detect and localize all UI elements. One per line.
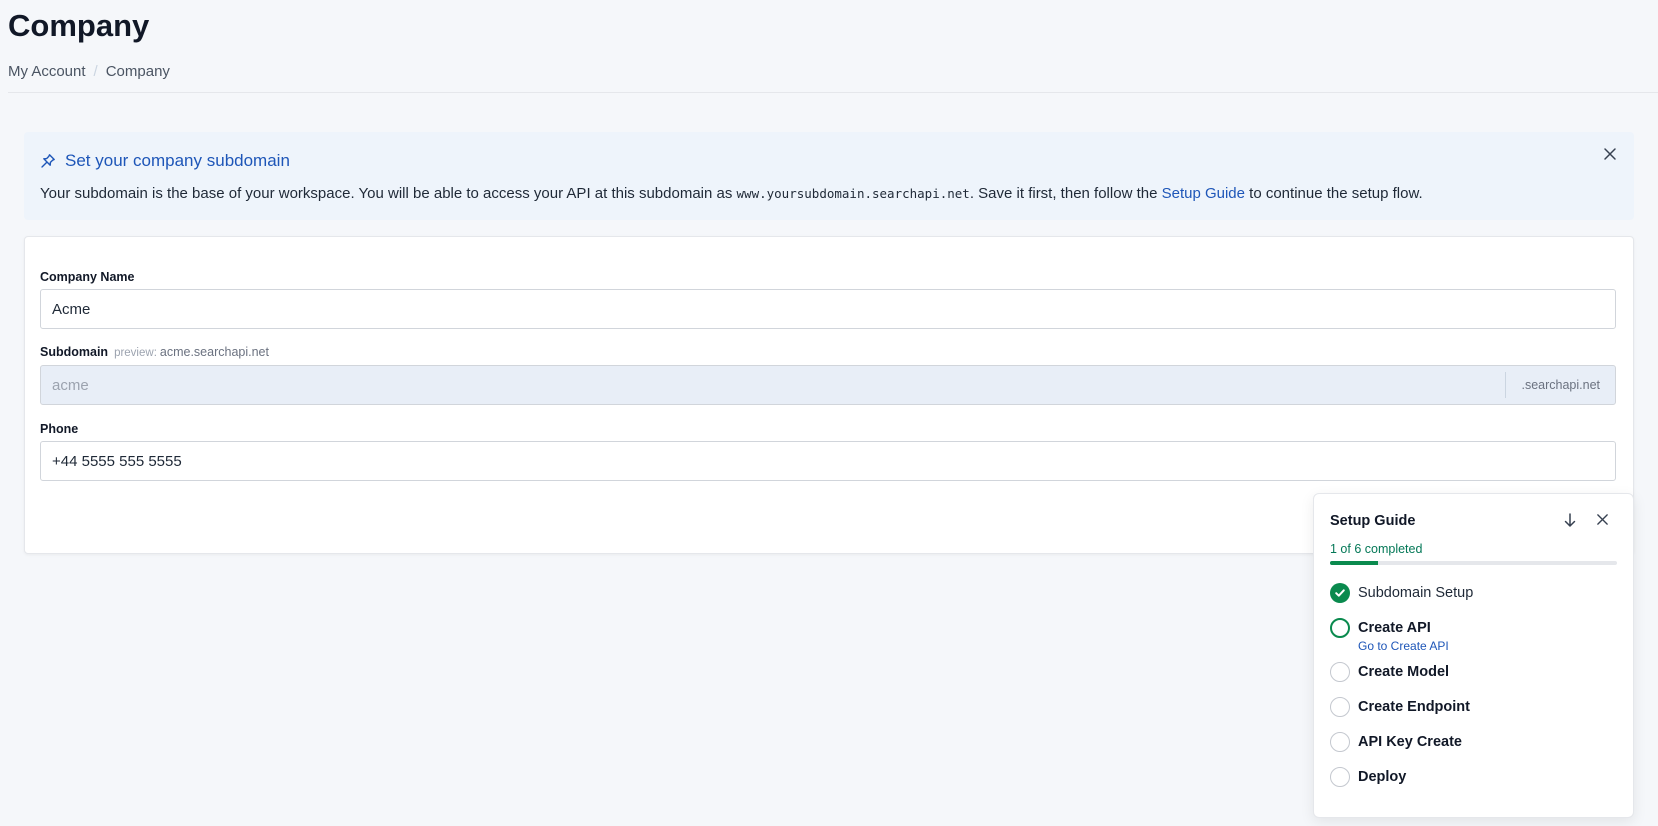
guide-step-api-key-create[interactable]: API Key Create [1330,732,1462,752]
guide-step-label: Subdomain Setup [1358,585,1474,601]
banner-title: Set your company subdomain [65,151,290,170]
phone-label: Phone [40,422,79,436]
company-name-label: Company Name [40,270,135,284]
arrow-down-icon [1563,512,1577,533]
guide-step-label: Deploy [1358,769,1407,785]
guide-progress-bar [1330,561,1617,565]
circle-icon [1330,618,1350,638]
subdomain-preview-value: acme.searchapi.net [159,345,269,359]
breadcrumb-my-account[interactable]: My Account [8,63,86,80]
banner-close-button[interactable] [1600,146,1620,166]
close-icon [1596,513,1609,531]
guide-step-subdomain-setup[interactable]: Subdomain Setup [1330,583,1473,603]
banner-text-after: to continue the setup flow. [1245,185,1423,202]
guide-progress-fill [1330,561,1378,565]
circle-icon [1330,732,1350,752]
subdomain-label-row: Subdomain preview: acme.searchapi.net [40,345,269,359]
banner-title-row: Set your company subdomain [40,151,290,171]
page-title: Company [8,8,150,43]
guide-step-create-api[interactable]: Create API Go to Create API [1330,618,1449,653]
go-to-create-api-link[interactable]: Go to Create API [1358,639,1449,653]
guide-step-label: Create API [1358,620,1431,636]
breadcrumb-separator: / [93,63,98,80]
header-divider [8,92,1658,93]
phone-input[interactable] [40,441,1616,481]
close-icon [1603,147,1617,166]
guide-step-create-endpoint[interactable]: Create Endpoint [1330,697,1470,717]
guide-step-deploy[interactable]: Deploy [1330,767,1406,787]
pin-icon [40,153,56,169]
banner-description: Your subdomain is the base of your works… [40,185,1423,202]
check-circle-icon [1330,583,1350,603]
setup-guide-link[interactable]: Setup Guide [1162,185,1245,202]
subdomain-label: Subdomain [40,345,109,359]
company-name-input[interactable] [40,289,1616,329]
collapse-guide-button[interactable] [1560,512,1580,532]
subdomain-suffix: .searchapi.net [1505,372,1615,398]
banner-text-middle: . Save it first, then follow the [969,185,1162,202]
guide-step-label: API Key Create [1358,734,1462,750]
setup-guide-panel: Setup Guide 1 of 6 completed Subdomain S… [1313,493,1634,818]
breadcrumb-company: Company [105,63,170,80]
circle-icon [1330,767,1350,787]
banner-text-before: Your subdomain is the base of your works… [40,185,737,202]
guide-step-create-model[interactable]: Create Model [1330,662,1449,682]
guide-progress-text: 1 of 6 completed [1330,542,1423,556]
circle-icon [1330,662,1350,682]
banner-url-example: www.yoursubdomain.searchapi.net [736,186,970,201]
guide-step-label: Create Model [1358,664,1450,680]
guide-step-label: Create Endpoint [1358,699,1470,715]
subdomain-preview-label: preview: [114,347,157,359]
setup-guide-title: Setup Guide [1330,513,1416,529]
circle-icon [1330,697,1350,717]
close-guide-button[interactable] [1592,512,1612,532]
subdomain-banner: Set your company subdomain Your subdomai… [24,132,1634,220]
subdomain-input[interactable] [41,366,1506,404]
breadcrumb: My Account / Company [8,63,170,80]
subdomain-field: .searchapi.net [40,365,1616,405]
